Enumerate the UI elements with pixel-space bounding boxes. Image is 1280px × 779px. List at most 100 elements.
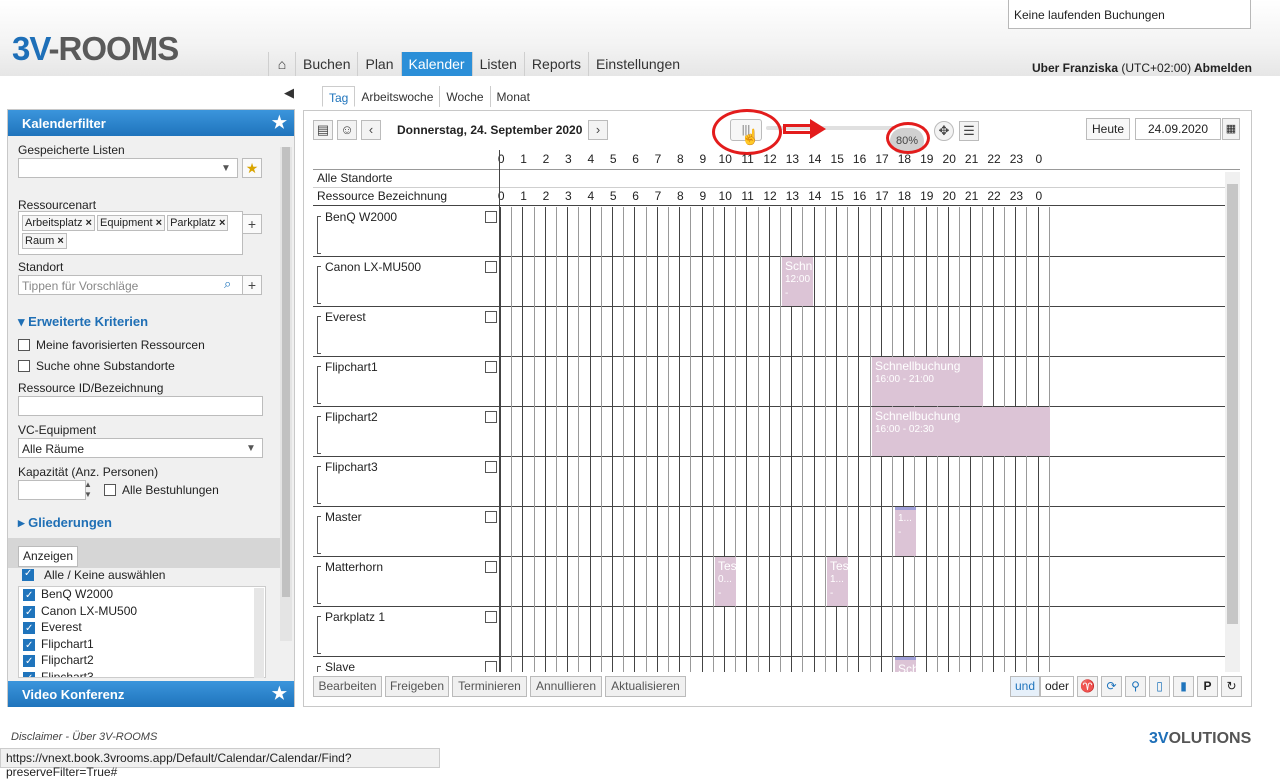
all-seating-checkbox[interactable] xyxy=(104,484,116,496)
nav-plan[interactable]: Plan xyxy=(357,52,400,76)
tab-monat[interactable]: Monat xyxy=(491,86,536,107)
resource-name[interactable]: Flipchart2 xyxy=(325,410,378,424)
resource-checkbox[interactable] xyxy=(485,461,497,473)
search-icon[interactable]: ⌕ xyxy=(224,276,231,292)
catering-icon[interactable]: ⚲ xyxy=(1125,676,1146,697)
add-resource-type-button[interactable]: + xyxy=(242,214,262,234)
favorites-checkbox[interactable] xyxy=(18,339,30,351)
resource-checkbox[interactable] xyxy=(485,211,497,223)
resource-name[interactable]: Flipchart1 xyxy=(325,360,378,374)
cancel-button[interactable]: Annullieren xyxy=(530,676,602,697)
nav-einstellungen[interactable]: Einstellungen xyxy=(587,52,687,76)
move-icon[interactable]: ✥ xyxy=(934,121,954,141)
list-item[interactable]: Flipchart3 xyxy=(19,670,265,677)
date-input[interactable]: 24.09.2020 xyxy=(1135,118,1221,140)
and-toggle[interactable]: und xyxy=(1010,676,1040,697)
booking-block[interactable]: Tes 0... - xyxy=(715,557,736,606)
booking-block[interactable]: Tes 1... - xyxy=(827,557,848,606)
list-item[interactable]: BenQ W2000 xyxy=(19,587,265,604)
resource-checkbox[interactable] xyxy=(485,311,497,323)
tag-arbeitsplatz[interactable]: Arbeitsplatz × xyxy=(22,215,95,231)
save-list-icon[interactable]: ★ xyxy=(242,158,262,178)
resource-name[interactable]: Everest xyxy=(325,310,366,324)
tab-woche[interactable]: Woche xyxy=(440,86,491,107)
resource-checkbox[interactable] xyxy=(485,561,497,573)
show-button[interactable]: Anzeigen xyxy=(18,546,78,567)
resource-checkbox[interactable] xyxy=(485,261,497,273)
saved-lists-select[interactable] xyxy=(18,158,238,178)
resource-name[interactable]: Parkplatz 1 xyxy=(325,610,385,624)
room-icon[interactable]: ▯ xyxy=(1149,676,1170,697)
drink-icon[interactable]: ♈ xyxy=(1077,676,1098,697)
disclaimer-link[interactable]: Disclaimer xyxy=(11,731,62,743)
calendar-icon[interactable]: ▦ xyxy=(1222,118,1240,140)
resource-checkbox[interactable] xyxy=(485,611,497,623)
release-button[interactable]: Freigeben xyxy=(385,676,449,697)
nav-buchen[interactable]: Buchen xyxy=(295,52,357,76)
sidebar-scrollbar[interactable] xyxy=(280,147,292,641)
chevron-down-icon[interactable]: ▼ xyxy=(246,443,256,454)
resource-name[interactable]: Matterhorn xyxy=(325,560,383,574)
list-item[interactable]: Flipchart2 xyxy=(19,653,265,670)
resource-checkbox[interactable] xyxy=(485,361,497,373)
extended-criteria-toggle[interactable]: ▾ Erweiterte Kriterien xyxy=(18,314,148,330)
select-all-checkbox[interactable] xyxy=(22,568,34,581)
grid-scrollbar[interactable] xyxy=(1225,172,1240,672)
resource-name[interactable]: Canon LX-MU500 xyxy=(325,260,421,274)
person-icon[interactable]: ☺ xyxy=(337,120,357,140)
star-icon[interactable]: ★ xyxy=(272,113,287,133)
resource-name[interactable]: Flipchart3 xyxy=(325,460,378,474)
book-icon[interactable]: ▤ xyxy=(313,120,333,140)
resource-checkbox[interactable] xyxy=(485,511,497,523)
list-item[interactable]: Canon LX-MU500 xyxy=(19,604,265,621)
resource-checkbox[interactable] xyxy=(485,411,497,423)
capacity-stepper[interactable]: ▲ ▼ xyxy=(84,480,92,500)
tag-raum[interactable]: Raum × xyxy=(22,233,67,249)
tab-arbeitswoche[interactable]: Arbeitswoche xyxy=(355,86,441,107)
chevron-right-icon[interactable]: › xyxy=(588,120,608,140)
booking-block[interactable]: Schnellbuchung 16:00 - 21:00 xyxy=(872,357,983,406)
resource-type-tags[interactable]: Arbeitsplatz × Equipment × Parkplatz × Raum… xyxy=(18,211,243,255)
booking-block[interactable]: Schnellbuchung 16:00 - 02:30 xyxy=(872,407,1050,456)
logout-link[interactable]: Abmelden xyxy=(1194,61,1252,75)
about-link[interactable]: Über 3V-ROOMS xyxy=(72,731,157,743)
no-sublocations-checkbox[interactable] xyxy=(18,360,30,372)
nav-listen[interactable]: Listen xyxy=(471,52,524,76)
tab-tag[interactable]: Tag xyxy=(322,86,356,107)
resource-name[interactable]: BenQ W2000 xyxy=(325,210,397,224)
nav-kalender[interactable]: Kalender xyxy=(400,52,472,76)
list-item[interactable]: Everest xyxy=(19,620,265,637)
list-view-icon[interactable]: ☰ xyxy=(959,121,979,141)
chevron-down-icon[interactable]: ▼ xyxy=(221,163,231,174)
chevron-left-icon[interactable]: ‹ xyxy=(361,120,381,140)
star-icon[interactable]: ★ xyxy=(272,684,287,704)
resource-name[interactable]: Master xyxy=(325,510,362,524)
location-input[interactable]: Tippen für Vorschläge xyxy=(18,275,243,295)
booking-block[interactable]: Schn 12:00- xyxy=(782,257,813,306)
resource-name[interactable]: Slave xyxy=(325,660,355,672)
refresh-button[interactable]: Aktualisieren xyxy=(605,676,686,697)
parking-icon[interactable]: P xyxy=(1197,676,1218,697)
booking-block[interactable]: 1... - xyxy=(895,507,916,556)
sync-icon[interactable]: ⟳ xyxy=(1101,676,1122,697)
home-icon[interactable]: ⌂ xyxy=(268,52,295,76)
schedule-button[interactable]: Terminieren xyxy=(452,676,527,697)
reload-icon[interactable]: ↻ xyxy=(1221,676,1242,697)
nav-reports[interactable]: Reports xyxy=(523,52,588,76)
device-icon[interactable]: ▮ xyxy=(1173,676,1194,697)
resource-id-input[interactable] xyxy=(18,396,263,416)
capacity-input[interactable] xyxy=(18,480,86,500)
edit-button[interactable]: Bearbeiten xyxy=(313,676,382,697)
today-button[interactable]: Heute xyxy=(1086,118,1130,140)
list-scrollbar[interactable] xyxy=(254,588,264,678)
tag-equipment[interactable]: Equipment × xyxy=(96,215,166,231)
or-toggle[interactable]: oder xyxy=(1040,676,1074,697)
vc-equipment-select[interactable]: Alle Räume xyxy=(18,438,263,458)
resource-checkbox[interactable] xyxy=(485,661,497,672)
structure-toggle[interactable]: ▸ Gliederungen xyxy=(18,515,112,531)
add-location-button[interactable]: + xyxy=(242,275,262,295)
collapse-sidebar-icon[interactable]: ◀ xyxy=(284,85,294,101)
list-item[interactable]: Flipchart1 xyxy=(19,637,265,654)
booking-block[interactable]: Sch xyxy=(895,657,916,672)
tag-parkplatz[interactable]: Parkplatz × xyxy=(167,215,229,231)
